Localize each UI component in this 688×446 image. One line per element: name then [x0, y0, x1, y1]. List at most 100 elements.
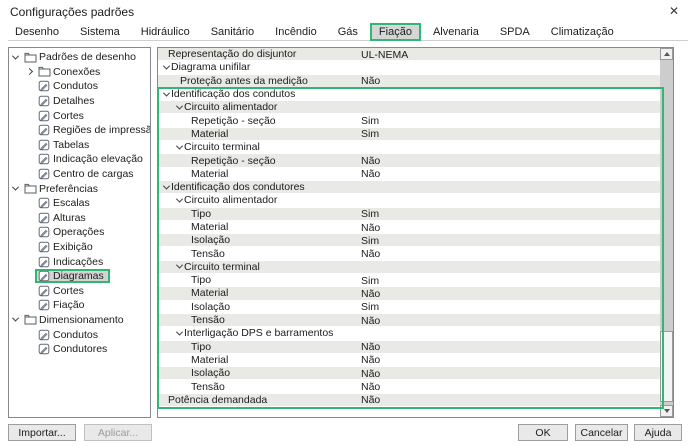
property-value[interactable]: Não	[361, 168, 380, 181]
sidebar-item-padrões-de-desenho[interactable]: Padrões de desenho	[9, 50, 150, 65]
property-value[interactable]: Não	[361, 314, 380, 327]
property-value[interactable]: Não	[361, 75, 380, 88]
tab-spda[interactable]: SPDA	[493, 25, 537, 39]
tab-incêndio[interactable]: Incêndio	[268, 25, 324, 39]
tab-gás[interactable]: Gás	[331, 25, 365, 39]
property-row-isolação[interactable]: Isolação Sim	[158, 301, 660, 314]
group-row-identificação-dos-condutores[interactable]: Identificação dos condutores	[158, 181, 660, 194]
property-row-material[interactable]: Material Não	[158, 287, 660, 300]
group-collapse-icon[interactable]	[174, 105, 184, 110]
sidebar-item-exibição[interactable]: Exibição	[9, 240, 150, 255]
property-value[interactable]: Não	[361, 394, 380, 407]
property-row-repetição---seção[interactable]: Repetição - seção Não	[158, 154, 660, 167]
tab-alvenaria[interactable]: Alvenaria	[426, 25, 486, 39]
scroll-down-button[interactable]	[660, 405, 673, 417]
property-value[interactable]: Sim	[361, 274, 379, 287]
sidebar-item-centro-de-cargas[interactable]: Centro de cargas	[9, 167, 150, 182]
property-value[interactable]: Não	[361, 341, 380, 354]
group-collapse-icon[interactable]	[174, 145, 184, 150]
sidebar-item-condutores[interactable]: Condutores	[9, 342, 150, 357]
property-value[interactable]: Sim	[361, 208, 379, 221]
property-value[interactable]: Não	[361, 287, 380, 300]
tab-sistema[interactable]: Sistema	[73, 25, 127, 39]
sidebar-item-operações[interactable]: Operações	[9, 225, 150, 240]
property-row-potência-demandada[interactable]: Potência demandada Não	[158, 394, 660, 407]
property-row-isolação[interactable]: Isolação Não	[158, 367, 660, 380]
property-value[interactable]: Sim	[361, 301, 379, 314]
property-value[interactable]: Sim	[361, 234, 379, 247]
tree-expander-icon[interactable]	[23, 69, 35, 74]
property-row-repetição---seção[interactable]: Repetição - seção Sim	[158, 114, 660, 127]
sidebar-item-cortes[interactable]: Cortes	[9, 108, 150, 123]
group-row-circuito-alimentador[interactable]: Circuito alimentador	[158, 194, 660, 207]
property-value[interactable]: UL-NEMA	[361, 48, 408, 61]
property-row-material[interactable]: Material Não	[158, 168, 660, 181]
property-row-tensão[interactable]: Tensão Não	[158, 314, 660, 327]
scroll-up-button[interactable]	[660, 48, 673, 60]
property-row-tipo[interactable]: Tipo Sim	[158, 274, 660, 287]
group-row-identificação-dos-condutos[interactable]: Identificação dos condutos	[158, 88, 660, 101]
sidebar-item-fiação[interactable]: Fiação	[9, 298, 150, 313]
group-row-diagrama-unifilar[interactable]: Diagrama unifilar	[158, 61, 660, 74]
property-value[interactable]: Não	[361, 380, 380, 393]
property-row-tensão[interactable]: Tensão Não	[158, 247, 660, 260]
tree-item-content: Escalas	[35, 196, 96, 210]
property-value[interactable]: Não	[361, 154, 380, 167]
property-row-tipo[interactable]: Tipo Não	[158, 341, 660, 354]
group-row-circuito-alimentador[interactable]: Circuito alimentador	[158, 101, 660, 114]
property-value[interactable]: Não	[361, 247, 380, 260]
tree-expander-icon[interactable]	[9, 317, 21, 322]
tab-climatização[interactable]: Climatização	[544, 25, 621, 39]
property-row-tipo[interactable]: Tipo Sim	[158, 208, 660, 221]
sidebar-item-tabelas[interactable]: Tabelas	[9, 138, 150, 153]
group-collapse-icon[interactable]	[174, 331, 184, 336]
sidebar-item-condutos[interactable]: Condutos	[9, 327, 150, 342]
sidebar-item-indicações[interactable]: Indicações	[9, 254, 150, 269]
property-value[interactable]: Não	[361, 221, 380, 234]
group-row-circuito-terminal[interactable]: Circuito terminal	[158, 261, 660, 274]
import-button[interactable]: Importar...	[8, 424, 76, 441]
sidebar-item-indicação-elevação[interactable]: Indicação elevação	[9, 152, 150, 167]
property-value[interactable]: Não	[361, 354, 380, 367]
tab-fiação[interactable]: Fiação	[372, 25, 419, 39]
group-collapse-icon[interactable]	[161, 185, 171, 190]
sidebar-item-dimensionamento[interactable]: Dimensionamento	[9, 313, 150, 328]
sidebar-item-detalhes[interactable]: Detalhes	[9, 94, 150, 109]
property-row-material[interactable]: Material Sim	[158, 128, 660, 141]
group-collapse-icon[interactable]	[161, 92, 171, 97]
tree-expander-icon[interactable]	[9, 55, 21, 60]
close-icon[interactable]: ✕	[669, 4, 679, 18]
property-value[interactable]: Sim	[361, 114, 379, 127]
group-collapse-icon[interactable]	[174, 264, 184, 269]
property-row-material[interactable]: Material Não	[158, 354, 660, 367]
tab-desenho[interactable]: Desenho	[8, 25, 66, 39]
property-row-isolação[interactable]: Isolação Sim	[158, 234, 660, 247]
property-value[interactable]: Sim	[361, 128, 379, 141]
property-row-proteção-antes-da-medição[interactable]: Proteção antes da medição Não	[158, 75, 660, 88]
scrollbar-thumb[interactable]	[660, 331, 673, 402]
group-collapse-icon[interactable]	[161, 65, 171, 70]
sidebar-item-alturas[interactable]: Alturas	[9, 211, 150, 226]
tab-sanitário[interactable]: Sanitário	[204, 25, 261, 39]
sidebar-item-preferências[interactable]: Preferências	[9, 181, 150, 196]
sidebar-item-cortes[interactable]: Cortes	[9, 284, 150, 299]
group-row-circuito-terminal[interactable]: Circuito terminal	[158, 141, 660, 154]
property-row-representação-do-disjuntor[interactable]: Representação do disjuntor UL-NEMA	[158, 48, 660, 61]
tree-expander-icon[interactable]	[9, 186, 21, 191]
cancel-button[interactable]: Cancelar	[575, 424, 628, 441]
sidebar-item-escalas[interactable]: Escalas	[9, 196, 150, 211]
help-button[interactable]: Ajuda	[634, 424, 682, 441]
tab-hidráulico[interactable]: Hidráulico	[134, 25, 197, 39]
scrollbar[interactable]	[660, 48, 673, 417]
apply-button[interactable]: Aplicar...	[84, 424, 152, 441]
sidebar-item-conexões[interactable]: Conexões	[9, 65, 150, 80]
property-value[interactable]: Não	[361, 367, 380, 380]
group-collapse-icon[interactable]	[174, 198, 184, 203]
sidebar-item-condutos[interactable]: Condutos	[9, 79, 150, 94]
property-row-tensão[interactable]: Tensão Não	[158, 380, 660, 393]
group-row-interligação-dps-e-barramentos[interactable]: Interligação DPS e barramentos	[158, 327, 660, 340]
sidebar-item-diagramas[interactable]: Diagramas	[9, 269, 150, 284]
ok-button[interactable]: OK	[518, 424, 568, 441]
sidebar-item-regiões-de-impressão[interactable]: Regiões de impressão	[9, 123, 150, 138]
property-row-material[interactable]: Material Não	[158, 221, 660, 234]
